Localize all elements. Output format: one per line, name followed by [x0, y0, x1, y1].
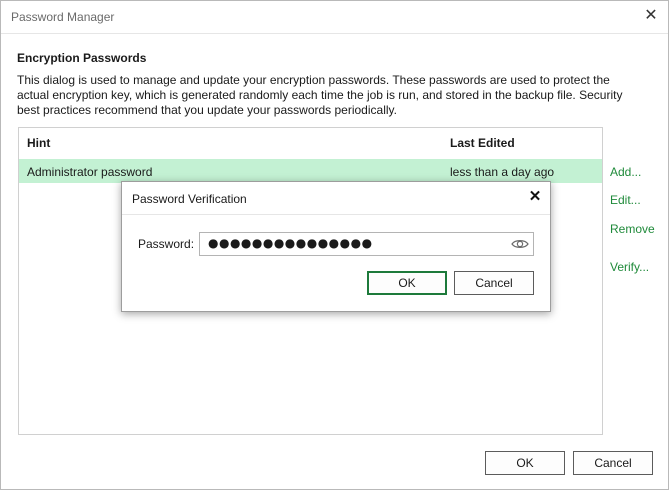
section-description: This dialog is used to manage and update…: [17, 73, 623, 117]
password-value: ●●●●●●●●●●●●●●●: [208, 236, 373, 250]
add-link[interactable]: Add...: [610, 165, 641, 179]
row-hint: Administrator password: [27, 165, 153, 179]
dialog-cancel-button[interactable]: Cancel: [454, 271, 534, 295]
password-field[interactable]: ●●●●●●●●●●●●●●●: [199, 232, 534, 256]
column-header-last-edited[interactable]: Last Edited: [450, 136, 515, 150]
password-verification-dialog: Password Verification ✕ Password: ●●●●●●…: [121, 181, 551, 312]
dialog-ok-button[interactable]: OK: [367, 271, 447, 295]
cancel-button[interactable]: Cancel: [573, 451, 653, 475]
edit-link[interactable]: Edit...: [610, 193, 641, 207]
ok-button[interactable]: OK: [485, 451, 565, 475]
table-row[interactable]: Administrator password less than a day a…: [19, 159, 602, 183]
row-last-edited: less than a day ago: [450, 165, 555, 179]
section-title: Encryption Passwords: [17, 51, 147, 65]
password-manager-window: Password Manager ✕ Encryption Passwords …: [0, 0, 669, 490]
password-label: Password:: [138, 237, 195, 251]
dialog-divider: [122, 214, 550, 215]
column-header-hint[interactable]: Hint: [27, 136, 50, 150]
close-icon[interactable]: ✕: [644, 7, 658, 25]
title-bar: Password Manager ✕: [1, 1, 668, 34]
window-title: Password Manager: [11, 10, 115, 24]
verify-link[interactable]: Verify...: [610, 260, 649, 274]
dialog-title: Password Verification: [132, 192, 247, 206]
table-header: Hint Last Edited: [19, 128, 602, 158]
remove-link[interactable]: Remove: [610, 222, 655, 236]
close-icon[interactable]: ✕: [528, 188, 542, 206]
eye-icon[interactable]: [511, 237, 529, 251]
